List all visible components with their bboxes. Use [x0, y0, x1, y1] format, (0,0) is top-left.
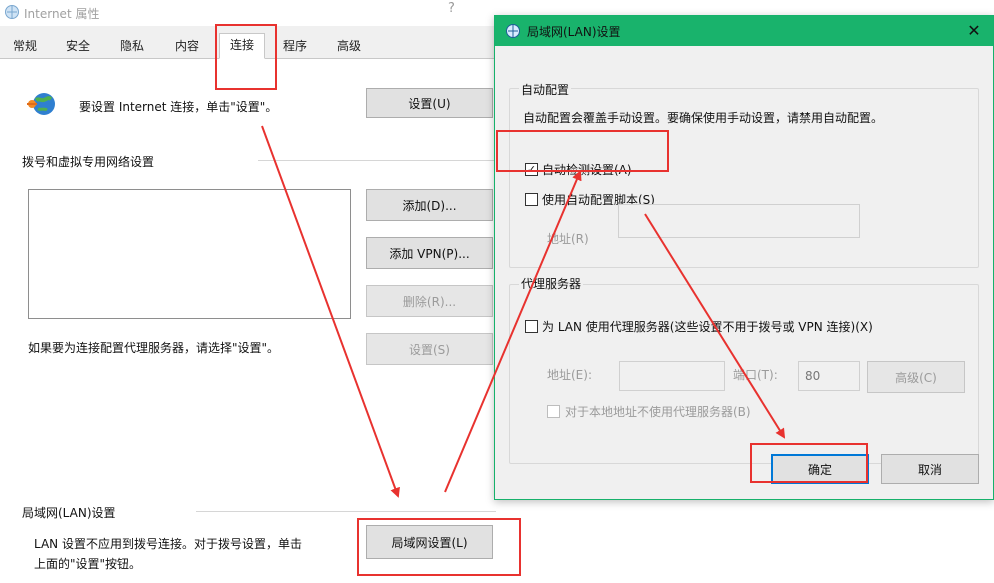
proxy-hint: 如果要为连接配置代理服务器，请选择"设置"。	[28, 341, 280, 355]
lan-description-line2: 上面的"设置"按钮。	[34, 557, 142, 571]
bypass-local-checkbox[interactable]	[547, 405, 560, 418]
setup-instruction: 要设置 Internet 连接，单击"设置"。	[79, 100, 278, 114]
tab-programs[interactable]: 程序	[272, 34, 318, 58]
proxy-port-input[interactable]: 80	[798, 361, 860, 391]
internet-options-icon	[505, 23, 521, 39]
proxy-address-input[interactable]	[619, 361, 725, 391]
use-proxy-label[interactable]: 为 LAN 使用代理服务器(这些设置不用于拨号或 VPN 连接)(X)	[542, 318, 873, 335]
proxy-server-label: 代理服务器	[519, 275, 584, 292]
proxy-port-label: 端口(T):	[733, 368, 778, 382]
proxy-address-label: 地址(E):	[547, 368, 592, 382]
auto-config-label: 自动配置	[519, 81, 572, 98]
highlight-connections-tab	[215, 24, 277, 90]
tab-general[interactable]: 常规	[4, 34, 46, 58]
lan-group-label: 局域网(LAN)设置	[22, 506, 116, 520]
dialog-title: 局域网(LAN)设置	[527, 25, 621, 39]
setup-button[interactable]: 设置(U)	[366, 88, 493, 118]
connection-settings-button[interactable]: 设置(S)	[366, 333, 493, 365]
group-divider	[258, 160, 498, 161]
tab-privacy[interactable]: 隐私	[110, 34, 154, 58]
cancel-button[interactable]: 取消	[881, 454, 979, 484]
auto-script-checkbox[interactable]	[525, 193, 538, 206]
lan-settings-dialog: 局域网(LAN)设置 ✕ 自动配置 自动配置会覆盖手动设置。要确保使用手动设置，…	[494, 15, 994, 500]
bypass-local-label[interactable]: 对于本地地址不使用代理服务器(B)	[565, 403, 751, 420]
dialup-vpn-group-label: 拨号和虚拟专用网络设置	[22, 155, 155, 169]
highlight-ok-button	[750, 443, 868, 483]
title-bar: Internet 属性 ?	[0, 0, 530, 26]
close-icon[interactable]: ✕	[963, 20, 985, 42]
highlight-auto-detect	[496, 130, 669, 172]
tab-security[interactable]: 安全	[56, 34, 100, 58]
script-address-input[interactable]	[618, 204, 860, 238]
group-divider	[196, 511, 496, 512]
connections-list[interactable]	[28, 189, 351, 319]
network-globe-icon	[25, 88, 59, 118]
help-button[interactable]: ?	[448, 1, 455, 16]
tab-content[interactable]: 内容	[164, 34, 210, 58]
window-title: Internet 属性	[24, 7, 100, 21]
highlight-lan-settings-button	[357, 518, 521, 576]
add-button[interactable]: 添加(D)...	[366, 189, 493, 221]
remove-button[interactable]: 删除(R)...	[366, 285, 493, 317]
script-address-label: 地址(R)	[547, 232, 589, 246]
add-vpn-button[interactable]: 添加 VPN(P)...	[366, 237, 493, 269]
dialog-title-bar: 局域网(LAN)设置 ✕	[495, 16, 993, 46]
internet-options-icon	[4, 4, 20, 20]
advanced-button[interactable]: 高级(C)	[867, 361, 965, 393]
auto-config-description: 自动配置会覆盖手动设置。要确保使用手动设置，请禁用自动配置。	[523, 111, 884, 125]
tab-advanced[interactable]: 高级	[326, 34, 372, 58]
use-proxy-checkbox[interactable]	[525, 320, 538, 333]
lan-description-line1: LAN 设置不应用到拨号连接。对于拨号设置，单击	[34, 537, 302, 551]
